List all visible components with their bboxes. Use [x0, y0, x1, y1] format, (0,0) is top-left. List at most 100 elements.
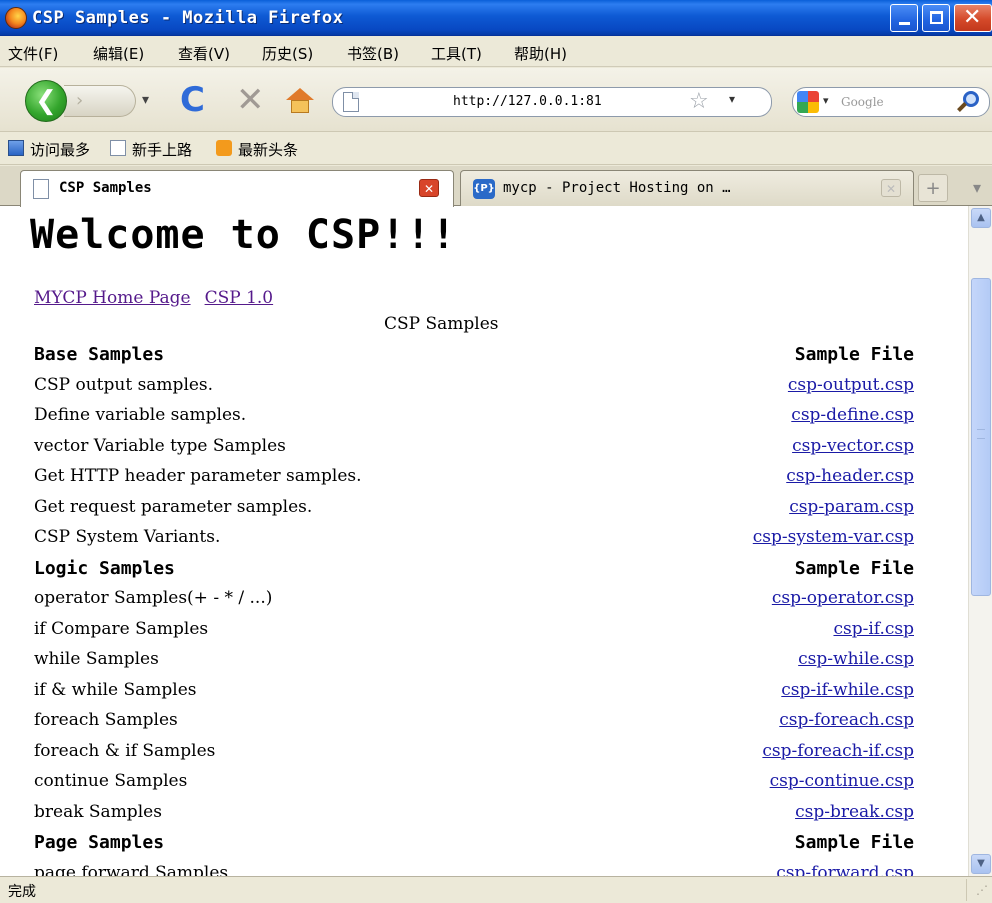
- forward-button[interactable]: ›: [64, 85, 136, 117]
- most-visited-icon: [8, 140, 24, 156]
- grip-icon: [977, 429, 985, 439]
- address-bar[interactable]: http://127.0.0.1:81 ☆ ▾: [332, 87, 772, 117]
- section-header-row: Page Samples Sample File: [34, 828, 914, 859]
- scroll-up-button[interactable]: ▲: [971, 208, 991, 228]
- menu-file[interactable]: 文件(F): [8, 43, 58, 64]
- sample-file-cell: csp-forward.csp: [776, 863, 914, 877]
- sample-file-link[interactable]: csp-define.csp: [791, 405, 914, 425]
- sample-file-link[interactable]: csp-foreach.csp: [779, 710, 914, 730]
- menu-edit[interactable]: 编辑(E): [93, 43, 144, 64]
- plus-icon: +: [925, 178, 941, 199]
- menu-bookmarks[interactable]: 书签(B): [347, 43, 399, 64]
- sample-file-link[interactable]: csp-while.csp: [798, 649, 914, 669]
- sample-file-cell: csp-operator.csp: [772, 588, 914, 608]
- sample-file-link[interactable]: csp-header.csp: [786, 466, 914, 486]
- csp-version-link[interactable]: CSP 1.0: [205, 288, 274, 308]
- sample-description: page forward Samples: [34, 862, 229, 877]
- sample-file-link[interactable]: csp-break.csp: [795, 802, 914, 822]
- menu-tools[interactable]: 工具(T): [431, 43, 482, 64]
- reload-icon[interactable]: C: [180, 82, 205, 118]
- table-row: CSP output samples. csp-output.csp: [34, 371, 914, 402]
- title-bar[interactable]: CSP Samples - Mozilla Firefox ✕: [0, 0, 992, 36]
- sample-file-cell: csp-system-var.csp: [753, 527, 914, 547]
- table-row: while Samples csp-while.csp: [34, 645, 914, 676]
- sample-description: Define variable samples.: [34, 405, 247, 425]
- table-row: CSP System Variants. csp-system-var.csp: [34, 523, 914, 554]
- sample-file-cell: csp-if-while.csp: [781, 680, 914, 700]
- sample-description: CSP System Variants.: [34, 527, 221, 547]
- page-icon: [343, 92, 359, 112]
- new-tab-button[interactable]: +: [918, 174, 948, 202]
- sample-file-cell: csp-output.csp: [788, 375, 914, 395]
- sample-description: CSP output samples.: [34, 374, 214, 395]
- menu-view[interactable]: 查看(V): [178, 43, 230, 64]
- section-header-row: Logic Samples Sample File: [34, 554, 914, 585]
- tab-csp-samples[interactable]: CSP Samples ✕: [20, 170, 454, 207]
- resize-grip-icon[interactable]: ⋰: [966, 879, 988, 901]
- table-row: if & while Samples csp-if-while.csp: [34, 676, 914, 707]
- maximize-button[interactable]: [922, 4, 950, 32]
- stop-icon[interactable]: ✕: [236, 82, 265, 118]
- arrow-down-icon: ▼: [977, 858, 985, 869]
- chevron-down-icon: ▾: [972, 178, 982, 197]
- sample-file-link[interactable]: csp-operator.csp: [772, 588, 914, 608]
- sample-file-link[interactable]: csp-if.csp: [833, 619, 914, 639]
- sample-file-link[interactable]: csp-forward.csp: [776, 863, 914, 877]
- bookmarks-toolbar: 访问最多 新手上路 最新头条: [0, 133, 992, 165]
- back-button[interactable]: ❮: [25, 80, 67, 122]
- search-icon[interactable]: [955, 91, 985, 115]
- close-button[interactable]: ✕: [954, 4, 992, 32]
- back-icon: ❮: [35, 86, 57, 116]
- sample-file-link[interactable]: csp-param.csp: [789, 497, 914, 517]
- sample-description: foreach Samples: [34, 710, 178, 730]
- tab-label: CSP Samples: [59, 180, 152, 196]
- sample-file-link[interactable]: csp-if-while.csp: [781, 680, 914, 700]
- column-header-sample-file: Sample File: [794, 557, 914, 579]
- mycp-home-link[interactable]: MYCP Home Page: [34, 288, 191, 308]
- url-input[interactable]: http://127.0.0.1:81: [453, 94, 602, 109]
- url-dropdown-icon[interactable]: ▾: [729, 92, 735, 106]
- sample-file-link[interactable]: csp-foreach-if.csp: [762, 741, 914, 761]
- sample-file-cell: csp-foreach.csp: [779, 710, 914, 730]
- menu-help[interactable]: 帮助(H): [514, 43, 567, 64]
- tab-project-hosting[interactable]: {P} mycp - Project Hosting on … ✕: [460, 170, 914, 206]
- sample-file-cell: csp-header.csp: [786, 466, 914, 486]
- table-row: foreach Samples csp-foreach.csp: [34, 706, 914, 737]
- menu-history[interactable]: 历史(S): [262, 43, 313, 64]
- table-row: continue Samples csp-continue.csp: [34, 767, 914, 798]
- table-row: if Compare Samples csp-if.csp: [34, 615, 914, 646]
- page-icon: [110, 140, 126, 156]
- sample-description: foreach & if Samples: [34, 740, 216, 761]
- tab-list-button[interactable]: ▾: [964, 174, 990, 202]
- sample-file-link[interactable]: csp-output.csp: [788, 375, 914, 395]
- sample-file-cell: csp-define.csp: [791, 405, 914, 425]
- home-icon[interactable]: [286, 88, 314, 114]
- vertical-scrollbar[interactable]: ▲ ▼: [968, 206, 992, 876]
- top-links: MYCP Home Page CSP 1.0: [34, 288, 287, 308]
- sample-file-cell: csp-foreach-if.csp: [762, 741, 914, 761]
- tab-close-icon[interactable]: ✕: [419, 179, 439, 197]
- section-header-row: Base Samples Sample File: [34, 340, 914, 371]
- search-input[interactable]: Google: [841, 95, 884, 109]
- sample-file-link[interactable]: csp-system-var.csp: [753, 527, 914, 547]
- page-content: Welcome to CSP!!! MYCP Home Page CSP 1.0 …: [0, 206, 968, 876]
- firefox-logo-icon: [5, 7, 27, 29]
- sample-file-link[interactable]: csp-vector.csp: [792, 436, 914, 456]
- sample-file-link[interactable]: csp-continue.csp: [770, 771, 914, 791]
- project-hosting-icon: {P}: [473, 179, 495, 199]
- maximize-icon: [930, 11, 943, 24]
- search-bar[interactable]: ▾ Google: [792, 87, 990, 117]
- table-row: vector Variable type Samples csp-vector.c…: [34, 432, 914, 463]
- search-engine-dropdown-icon[interactable]: ▾: [823, 94, 829, 107]
- sample-description: while Samples: [34, 649, 159, 669]
- bookmark-star-icon[interactable]: ☆: [689, 88, 709, 116]
- history-dropdown-icon[interactable]: ▾: [142, 92, 149, 108]
- status-bar: 完成 ⋰: [0, 876, 992, 903]
- status-text: 完成: [8, 884, 36, 900]
- scrollbar-thumb[interactable]: [971, 278, 991, 596]
- sample-description: continue Samples: [34, 771, 188, 791]
- minimize-button[interactable]: [890, 4, 918, 32]
- search-engine-icon[interactable]: [797, 91, 819, 113]
- scroll-down-button[interactable]: ▼: [971, 854, 991, 874]
- tab-close-icon[interactable]: ✕: [881, 179, 901, 197]
